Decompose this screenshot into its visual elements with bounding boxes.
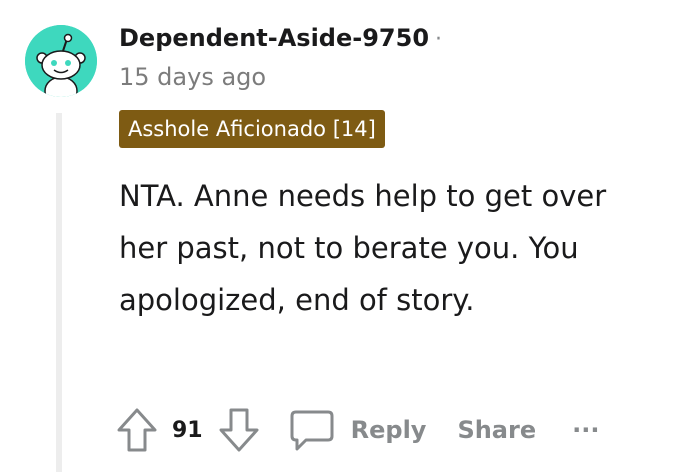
reply-button[interactable]: Reply (351, 416, 427, 444)
thread-line[interactable] (56, 113, 62, 472)
downvote-icon[interactable] (217, 406, 261, 454)
more-options-icon[interactable]: ··· (572, 416, 599, 444)
separator-dot: · (435, 27, 443, 52)
avatar[interactable] (25, 25, 97, 97)
comment-timestamp[interactable]: 15 days ago (119, 61, 266, 93)
author-name[interactable]: Dependent-Aside-9750 (119, 24, 429, 52)
comment-body: NTA. Anne needs help to get over her pas… (119, 179, 607, 317)
snoo-avatar-icon (25, 25, 97, 97)
share-button[interactable]: Share (457, 416, 536, 444)
comment-bubble-icon[interactable] (289, 407, 335, 453)
comment-actions: 91 Reply Share ··· (115, 404, 599, 456)
vote-score: 91 (172, 417, 203, 443)
comment-author[interactable]: Dependent-Aside-9750 · (119, 22, 442, 56)
user-flair: Asshole Aficionado [14] (119, 110, 385, 148)
upvote-icon[interactable] (115, 406, 159, 454)
